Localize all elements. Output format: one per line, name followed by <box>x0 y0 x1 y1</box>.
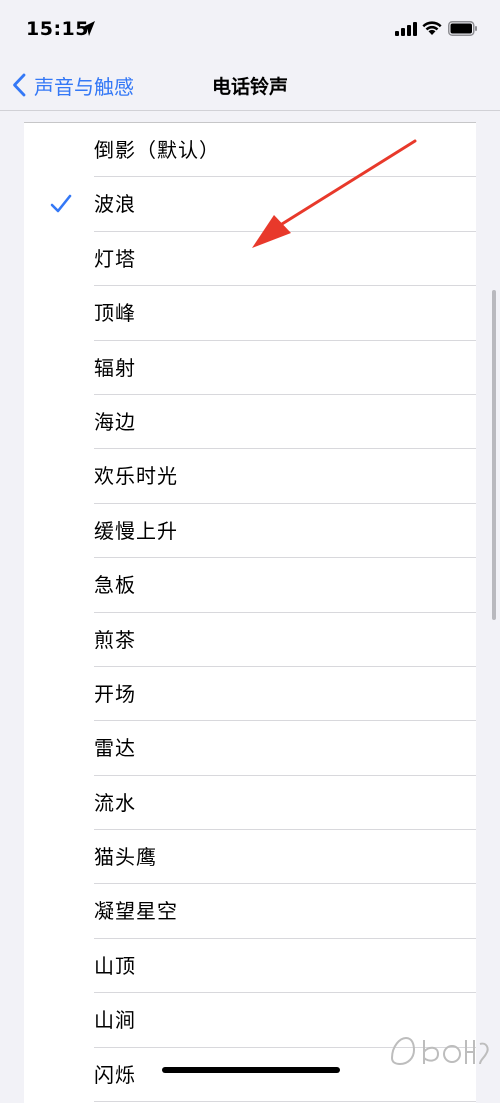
home-indicator <box>162 1067 340 1073</box>
ringtone-item[interactable]: 灯塔 <box>24 232 476 287</box>
ringtone-item[interactable]: 煎茶 <box>24 613 476 667</box>
navigation-bar: 声音与触感 电话铃声 <box>0 60 500 111</box>
row-separator <box>94 1101 476 1103</box>
ringtone-item[interactable]: 猫头鹰 <box>24 830 476 885</box>
ringtone-name: 猫头鹰 <box>94 845 157 870</box>
ringtone-item[interactable]: 海边 <box>24 395 476 450</box>
ringtone-name: 顶峰 <box>94 301 136 326</box>
ringtone-name: 雷达 <box>94 736 136 761</box>
ringtone-name: 海边 <box>94 409 136 434</box>
ringtone-item[interactable]: 山顶 <box>24 939 476 994</box>
ringtone-name: 倒影（默认） <box>94 138 220 162</box>
location-arrow-icon <box>81 21 95 36</box>
ringtone-name: 急板 <box>94 573 136 598</box>
ringtone-name: 凝望星空 <box>94 899 178 924</box>
scroll-indicator[interactable] <box>492 290 496 620</box>
ringtone-name: 山涧 <box>94 1008 136 1033</box>
ringtone-item[interactable]: 缓慢上升 <box>24 504 476 559</box>
ringtone-name: 辐射 <box>94 355 136 380</box>
ringtone-name: 缓慢上升 <box>94 518 178 543</box>
cellular-signal-icon <box>395 22 417 36</box>
ringtone-item[interactable]: 欢乐时光 <box>24 449 476 504</box>
ringtone-list: 倒影（默认） 波浪灯塔顶峰辐射海边欢乐时光缓慢上升急板煎茶开场雷达流水猫头鹰凝望星… <box>24 122 476 1103</box>
ringtone-item[interactable]: 急板 <box>24 558 476 613</box>
watermark-logo <box>390 1036 489 1066</box>
ringtone-name: 流水 <box>94 790 136 815</box>
ringtone-item[interactable]: 流水 <box>24 776 476 831</box>
ringtone-name: 欢乐时光 <box>94 464 178 489</box>
ringtone-name: 山顶 <box>94 953 136 978</box>
ringtone-item[interactable]: 顶峰 <box>24 286 476 341</box>
wifi-icon <box>422 21 442 35</box>
ringtone-item[interactable]: 倒影（默认） <box>24 123 476 178</box>
status-bar: 15:15 <box>0 0 500 60</box>
ringtone-item[interactable]: 波浪 <box>24 177 476 232</box>
ringtone-item[interactable]: 雷达 <box>24 721 476 776</box>
ringtone-name: 波浪 <box>94 192 136 217</box>
ringtone-name: 开场 <box>94 681 136 706</box>
checkmark-icon <box>50 195 72 213</box>
page-title: 电话铃声 <box>211 76 288 98</box>
ringtone-item[interactable]: 凝望星空 <box>24 884 476 939</box>
ringtone-item[interactable]: 辐射 <box>24 341 476 395</box>
ringtone-name: 煎茶 <box>94 627 136 652</box>
battery-icon <box>448 21 477 36</box>
ringtone-item[interactable]: 开场 <box>24 667 476 722</box>
ringtone-name: 灯塔 <box>94 246 136 271</box>
ringtone-name: 闪烁 <box>94 1062 136 1087</box>
